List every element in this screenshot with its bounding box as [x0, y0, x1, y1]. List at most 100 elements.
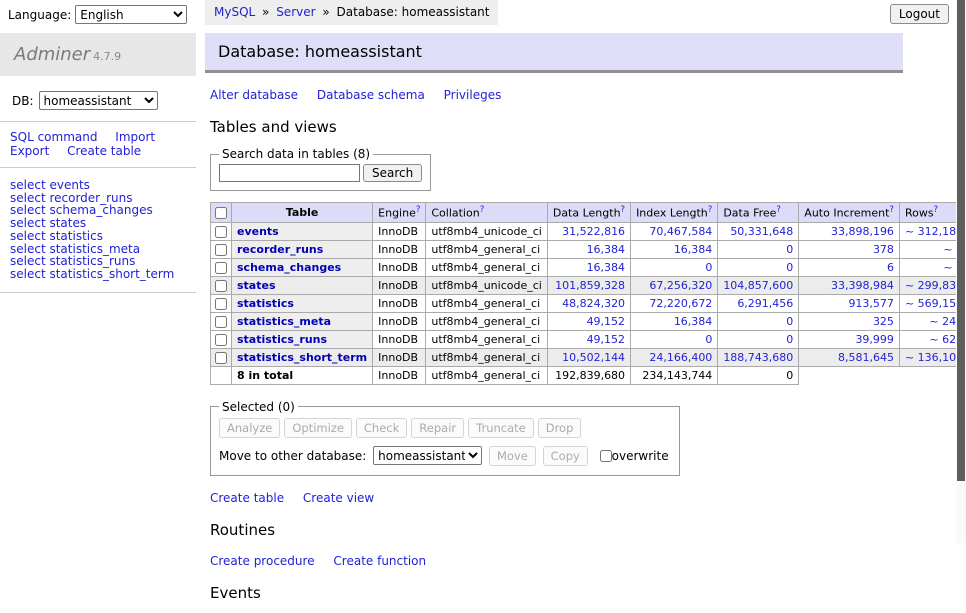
table-link[interactable]: states — [237, 279, 276, 292]
stat-link[interactable]: 33,898,196 — [831, 225, 894, 238]
db-select[interactable]: homeassistant — [39, 91, 158, 110]
stat-link[interactable]: 325 — [873, 315, 894, 328]
stat-link[interactable]: 104,857,600 — [723, 279, 793, 292]
help-link[interactable]: ? — [776, 205, 781, 215]
stat-link[interactable]: 31,522,816 — [562, 225, 625, 238]
search-input[interactable] — [219, 164, 360, 182]
row-checkbox[interactable] — [215, 244, 227, 256]
breadcrumb-link[interactable]: Server — [276, 5, 315, 19]
stat-link[interactable]: 913,577 — [848, 297, 894, 310]
vertical-scrollbar[interactable] — [956, 0, 966, 543]
database-action-link[interactable]: Database schema — [317, 88, 425, 102]
stat-link[interactable]: 0 — [786, 243, 793, 256]
stat-link[interactable]: 48,824,320 — [562, 297, 625, 310]
move-db-select[interactable]: homeassistant — [373, 446, 482, 465]
table-link[interactable]: statistics_meta — [237, 315, 331, 328]
copy-button[interactable]: Copy — [543, 446, 588, 466]
row-checkbox[interactable] — [215, 280, 227, 292]
repair-button[interactable]: Repair — [411, 418, 464, 438]
help-link[interactable]: ? — [480, 205, 485, 215]
engine-cell: InnoDB — [373, 258, 426, 276]
stat-link[interactable]: 49,152 — [587, 315, 626, 328]
routine-link[interactable]: Create function — [333, 554, 426, 568]
routine-link[interactable]: Create procedure — [210, 554, 315, 568]
table-link[interactable]: statistics_runs — [237, 333, 327, 346]
search-button[interactable]: Search — [363, 164, 422, 182]
sidebar-action-link[interactable]: Create table — [67, 144, 141, 158]
row-checkbox[interactable] — [215, 334, 227, 346]
stat-link[interactable]: 50,331,648 — [730, 225, 793, 238]
sidebar-select-link[interactable]: select statistics_short_term — [10, 268, 186, 281]
stat-link[interactable]: 0 — [705, 261, 712, 274]
table-link[interactable]: statistics_short_term — [237, 351, 367, 364]
stat-link[interactable]: ~ 569,159 — [905, 297, 963, 310]
help-link[interactable]: ? — [621, 205, 626, 215]
sidebar-action-link[interactable]: Import — [115, 130, 155, 144]
row-checkbox-cell — [211, 330, 232, 348]
stat-link[interactable]: 24,166,400 — [649, 351, 712, 364]
help-link[interactable]: ? — [708, 205, 713, 215]
stat-link[interactable]: 16,384 — [674, 243, 713, 256]
breadcrumb-link[interactable]: MySQL — [214, 5, 255, 19]
data_free-cell: 104,857,600 — [718, 276, 799, 294]
analyze-button[interactable]: Analyze — [219, 418, 280, 438]
engine-cell: InnoDB — [373, 222, 426, 240]
page-title: Database: homeassistant — [205, 33, 903, 73]
check-button[interactable]: Check — [356, 418, 407, 438]
help-link[interactable]: ? — [934, 205, 939, 215]
stat-link[interactable]: 67,256,320 — [649, 279, 712, 292]
create-link[interactable]: Create table — [210, 491, 284, 505]
scrollbar-thumb[interactable] — [957, 0, 965, 481]
table-link[interactable]: events — [237, 225, 279, 238]
row-checkbox[interactable] — [215, 352, 227, 364]
sidebar-select-link[interactable]: select states — [10, 217, 186, 230]
truncate-button[interactable]: Truncate — [468, 418, 534, 438]
stat-link[interactable]: 188,743,680 — [723, 351, 793, 364]
engine-cell: InnoDB — [373, 330, 426, 348]
stat-link[interactable]: 0 — [705, 333, 712, 346]
stat-link[interactable]: 16,384 — [587, 243, 626, 256]
stat-link[interactable]: 39,999 — [855, 333, 894, 346]
stat-link[interactable]: 0 — [786, 261, 793, 274]
optimize-button[interactable]: Optimize — [284, 418, 352, 438]
stat-link[interactable]: ~ 299,833 — [905, 279, 963, 292]
language-select[interactable]: English — [75, 5, 187, 24]
overwrite-checkbox[interactable] — [600, 450, 612, 462]
stat-link[interactable]: 49,152 — [587, 333, 626, 346]
table-link[interactable]: statistics — [237, 297, 294, 310]
stat-link[interactable]: 0 — [786, 333, 793, 346]
create-link[interactable]: Create view — [303, 491, 374, 505]
stat-link[interactable]: 70,467,584 — [649, 225, 712, 238]
help-link[interactable]: ? — [416, 205, 421, 215]
stat-link[interactable]: 8,581,645 — [838, 351, 894, 364]
stat-link[interactable]: 16,384 — [587, 261, 626, 274]
stat-link[interactable]: 10,502,144 — [562, 351, 625, 364]
stat-link[interactable]: 378 — [873, 243, 894, 256]
row-checkbox[interactable] — [215, 298, 227, 310]
stat-link[interactable]: 33,398,984 — [831, 279, 894, 292]
stat-link[interactable]: 101,859,328 — [555, 279, 625, 292]
stat-link[interactable]: 72,220,672 — [649, 297, 712, 310]
table-link[interactable]: schema_changes — [237, 261, 341, 274]
stat-link[interactable]: 16,384 — [674, 315, 713, 328]
database-action-link[interactable]: Alter database — [210, 88, 298, 102]
stat-link[interactable]: ~ 136,108 — [905, 351, 963, 364]
row-checkbox[interactable] — [215, 262, 227, 274]
stat-link[interactable]: 0 — [786, 315, 793, 328]
sidebar-action-link[interactable]: SQL command — [10, 130, 97, 144]
stat-link[interactable]: 6 — [887, 261, 894, 274]
row-checkbox[interactable] — [215, 316, 227, 328]
database-links: Alter database Database schema Privilege… — [210, 88, 950, 102]
move-button[interactable]: Move — [489, 446, 536, 466]
stat-link[interactable]: 6,291,456 — [737, 297, 793, 310]
drop-button[interactable]: Drop — [538, 418, 582, 438]
sidebar-select-link[interactable]: select statistics — [10, 230, 186, 243]
sidebar-select-link[interactable]: select events — [10, 179, 186, 192]
database-action-link[interactable]: Privileges — [444, 88, 502, 102]
row-checkbox[interactable] — [215, 226, 227, 238]
table-link[interactable]: recorder_runs — [237, 243, 323, 256]
sidebar-action-link[interactable]: Export — [10, 144, 49, 158]
select-all-checkbox[interactable] — [215, 207, 227, 219]
stat-link[interactable]: ~ 312,180 — [905, 225, 963, 238]
help-link[interactable]: ? — [889, 205, 894, 215]
